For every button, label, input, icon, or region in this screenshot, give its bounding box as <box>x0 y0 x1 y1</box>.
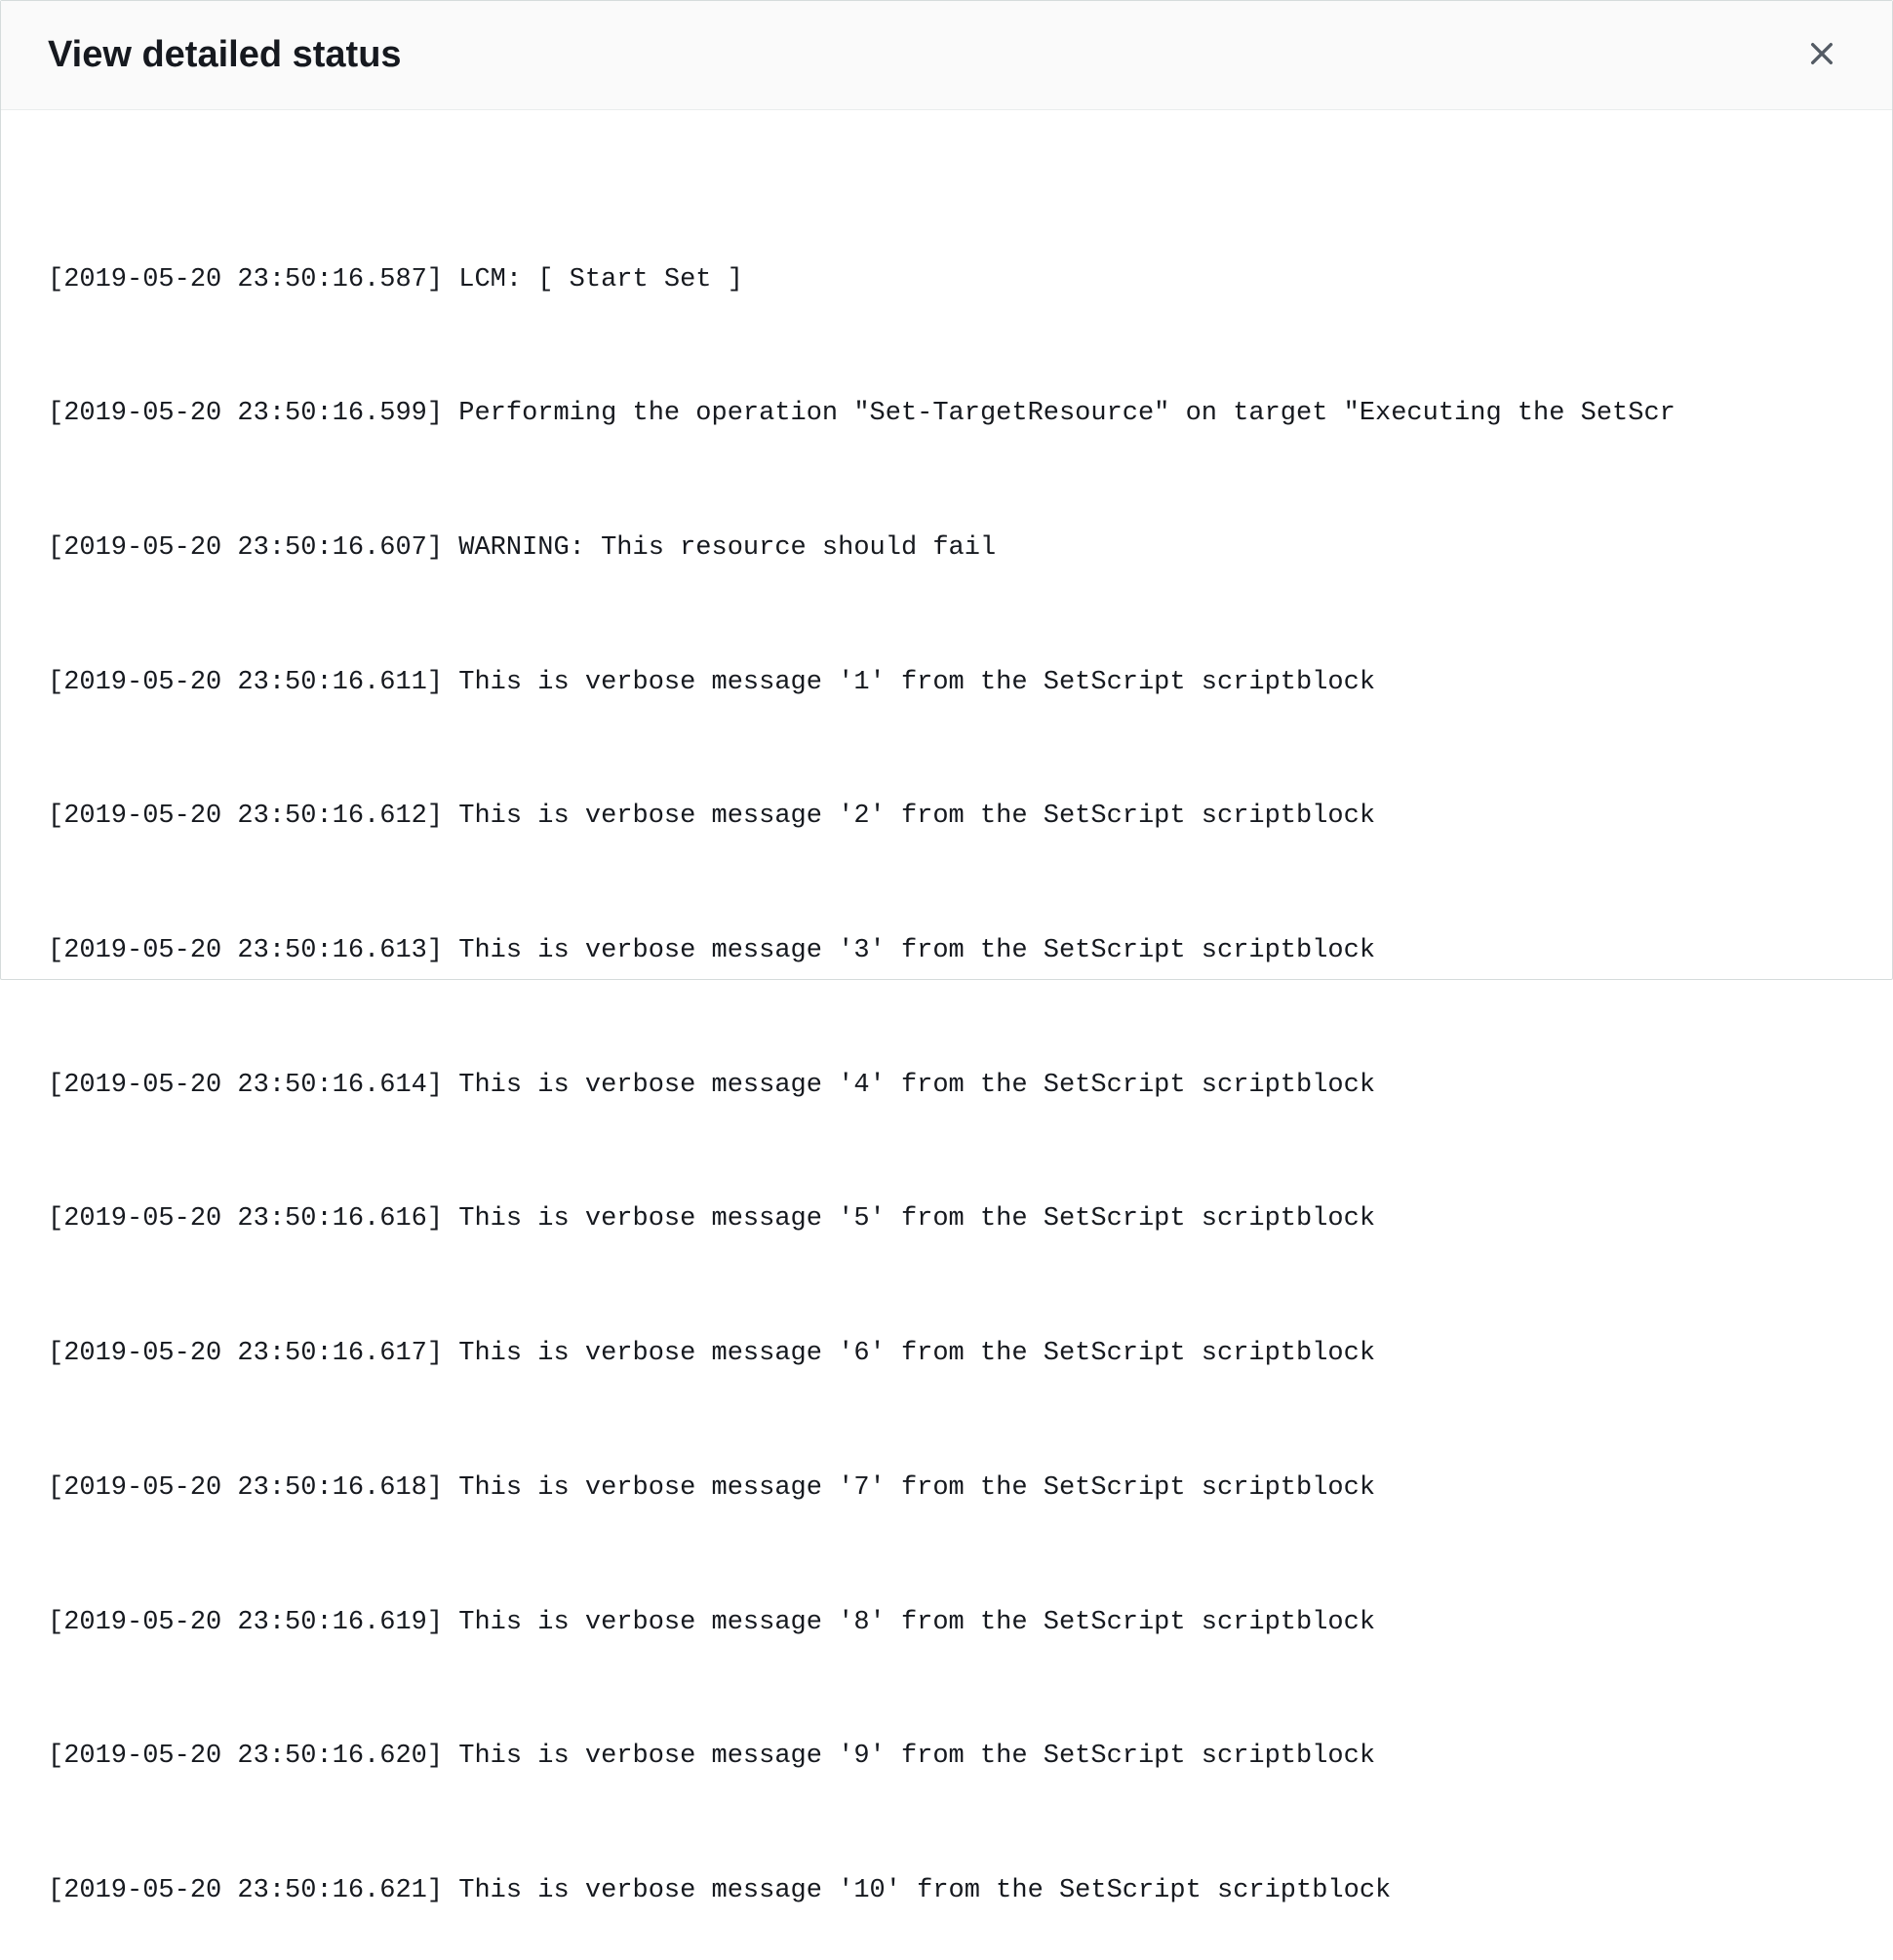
close-icon <box>1806 38 1837 72</box>
modal-header: View detailed status <box>1 1 1892 110</box>
log-line: [2019-05-20 23:50:16.599] Performing the… <box>48 392 1845 437</box>
log-line: [2019-05-20 23:50:16.607] WARNING: This … <box>48 527 1845 571</box>
detailed-status-modal: View detailed status [2019-05-20 23:50:1… <box>0 0 1893 980</box>
log-line: [2019-05-20 23:50:16.613] This is verbos… <box>48 929 1845 974</box>
log-line: [2019-05-20 23:50:16.618] This is verbos… <box>48 1467 1845 1511</box>
log-line: [2019-05-20 23:50:16.617] This is verbos… <box>48 1332 1845 1377</box>
log-line: [2019-05-20 23:50:16.621] This is verbos… <box>48 1869 1845 1914</box>
log-output: [2019-05-20 23:50:16.587] LCM: [ Start S… <box>48 169 1845 1960</box>
log-line: [2019-05-20 23:50:16.619] This is verbos… <box>48 1601 1845 1646</box>
log-line: [2019-05-20 23:50:16.612] This is verbos… <box>48 795 1845 840</box>
log-line: [2019-05-20 23:50:16.611] This is verbos… <box>48 661 1845 706</box>
log-line: [2019-05-20 23:50:16.587] LCM: [ Start S… <box>48 258 1845 303</box>
log-line: [2019-05-20 23:50:16.614] This is verbos… <box>48 1064 1845 1109</box>
log-line: [2019-05-20 23:50:16.616] This is verbos… <box>48 1197 1845 1242</box>
log-line: [2019-05-20 23:50:16.620] This is verbos… <box>48 1735 1845 1780</box>
modal-body: [2019-05-20 23:50:16.587] LCM: [ Start S… <box>1 110 1892 1960</box>
modal-title: View detailed status <box>48 34 402 76</box>
close-button[interactable] <box>1798 30 1845 80</box>
